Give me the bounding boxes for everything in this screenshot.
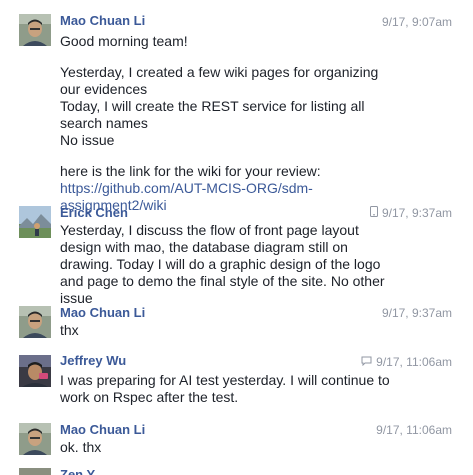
message-body: thx bbox=[60, 322, 400, 339]
avatar[interactable] bbox=[19, 14, 51, 46]
avatar[interactable] bbox=[19, 468, 51, 475]
message-body: Good morning team! Yesterday, I created … bbox=[60, 33, 400, 214]
author-name[interactable]: Mao Chuan Li bbox=[60, 305, 145, 321]
timestamp: 9/17, 11:06am bbox=[376, 422, 452, 438]
author-name[interactable]: Jeffrey Wu bbox=[60, 353, 126, 369]
timestamp: 9/17, 9:37am bbox=[382, 305, 452, 321]
avatar[interactable] bbox=[19, 206, 51, 238]
author-name[interactable]: Mao Chuan Li bbox=[60, 13, 145, 29]
message-line: Yesterday, I created a few wiki pages fo… bbox=[60, 64, 379, 97]
message-text: ok. thx bbox=[60, 439, 102, 455]
author-name[interactable]: Zen Y bbox=[60, 467, 95, 475]
mobile-icon bbox=[369, 205, 378, 221]
chat-bubble-icon bbox=[361, 354, 372, 370]
avatar[interactable] bbox=[19, 423, 51, 455]
message-line: No issue bbox=[60, 132, 115, 148]
timestamp-text: 9/17, 9:07am bbox=[381, 15, 452, 29]
avatar[interactable] bbox=[19, 355, 51, 387]
message-body: ok. thx bbox=[60, 439, 400, 456]
timestamp-text: 9/17, 9:37am bbox=[381, 206, 452, 220]
message-line: Good morning team! bbox=[60, 33, 188, 49]
message-line: Today, I will create the REST service fo… bbox=[60, 98, 365, 131]
timestamp-text: 9/17, 11:06am bbox=[376, 423, 452, 437]
author-name[interactable]: Erick Chen bbox=[60, 205, 128, 221]
timestamp: 9/17, 11:06am bbox=[361, 354, 452, 370]
message-line: here is the link for the wiki for your r… bbox=[60, 163, 321, 179]
timestamp-text: 9/17, 9:37am bbox=[381, 306, 452, 320]
author-name[interactable]: Mao Chuan Li bbox=[60, 422, 145, 438]
message-text: I was preparing for AI test yesterday. I… bbox=[60, 372, 390, 405]
avatar[interactable] bbox=[19, 306, 51, 338]
message-text: Yesterday, I discuss the flow of front p… bbox=[60, 222, 385, 306]
message-body: I was preparing for AI test yesterday. I… bbox=[60, 372, 400, 406]
message-text: thx bbox=[60, 322, 79, 338]
timestamp: 9/17, 9:07am bbox=[382, 14, 452, 30]
timestamp-text: 9/17, 11:06am bbox=[376, 355, 452, 369]
timestamp: 9/17, 9:37am bbox=[369, 205, 452, 221]
message-body: Yesterday, I discuss the flow of front p… bbox=[60, 222, 400, 307]
